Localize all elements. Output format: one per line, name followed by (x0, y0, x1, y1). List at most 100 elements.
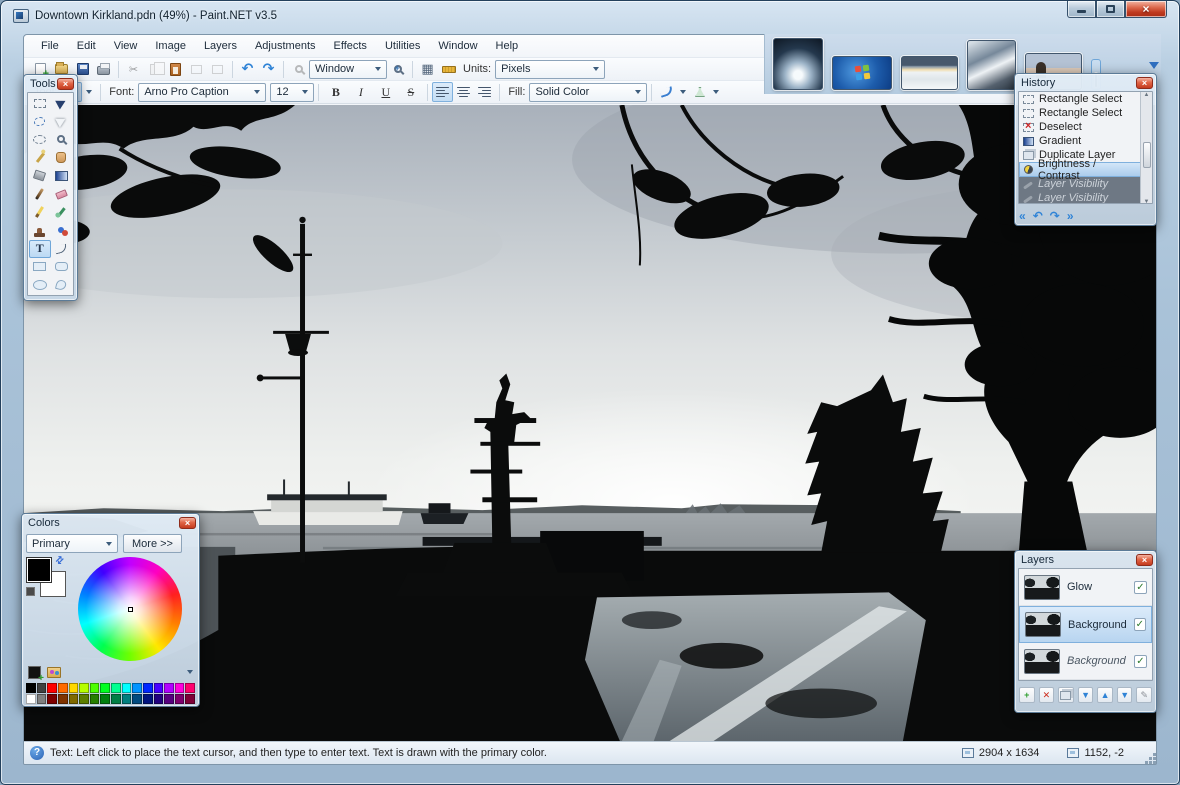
palette-swatch[interactable] (154, 683, 164, 693)
align-center-button[interactable] (453, 82, 474, 102)
tool-gradient[interactable] (51, 167, 73, 185)
tool-clone-stamp[interactable] (29, 221, 51, 239)
tool-ellipse-select[interactable] (29, 130, 51, 148)
palette-swatch[interactable] (26, 683, 36, 693)
duplicate-layer-button[interactable] (1058, 687, 1074, 703)
layers-palette-close-button[interactable]: × (1136, 554, 1153, 566)
chevron-down-icon[interactable] (713, 90, 719, 94)
scrollbar-thumb[interactable] (1143, 142, 1151, 168)
resize-grip[interactable] (1149, 757, 1152, 760)
merge-layer-down-button[interactable]: ▼ (1078, 687, 1094, 703)
palette-manager-icon[interactable] (47, 667, 61, 678)
palette-swatch[interactable] (90, 683, 100, 693)
palette-swatch[interactable] (111, 683, 121, 693)
palette-swatch[interactable] (58, 694, 68, 704)
align-right-button[interactable] (474, 82, 495, 102)
thumbnail-winter-lake-photo[interactable] (901, 56, 958, 90)
units-dropdown[interactable]: Pixels (495, 60, 605, 79)
font-size-dropdown[interactable]: 12 (270, 83, 314, 102)
palette-swatch[interactable] (122, 683, 132, 693)
palette-swatch[interactable] (175, 683, 185, 693)
titlebar[interactable]: Downtown Kirkland.pdn (49%) - Paint.NET … (1, 1, 1179, 31)
palette-swatch[interactable] (164, 694, 174, 704)
history-item[interactable]: Deselect (1019, 120, 1152, 134)
colors-palette-close-button[interactable]: × (179, 517, 196, 529)
color-wheel[interactable] (78, 557, 182, 661)
tool-rectangle[interactable] (29, 258, 51, 276)
colors-palette-titlebar[interactable]: Colors × (22, 514, 199, 530)
grid-toggle-button[interactable]: ▦ (417, 59, 438, 79)
tool-pencil[interactable] (29, 203, 51, 221)
palette-swatch[interactable] (132, 694, 142, 704)
add-color-button[interactable] (28, 666, 41, 679)
palette-swatch[interactable] (132, 683, 142, 693)
palette-swatch[interactable] (154, 694, 164, 704)
palette-swatch[interactable] (100, 694, 110, 704)
layers-palette-titlebar[interactable]: Layers × (1015, 551, 1156, 567)
layer-visible-checkbox[interactable]: ✓ (1134, 581, 1147, 594)
layer-row-background-selected[interactable]: Background ✓ (1019, 606, 1152, 643)
palette-swatch[interactable] (175, 694, 185, 704)
zoom-in-button[interactable] (387, 59, 408, 79)
chevron-down-icon[interactable] (86, 90, 92, 94)
cut-button[interactable]: ✂ (123, 59, 144, 79)
thumbnail-clouds-photo[interactable] (967, 40, 1016, 90)
palette-swatch[interactable] (47, 683, 57, 693)
menu-layers[interactable]: Layers (195, 36, 246, 56)
history-rewind-button[interactable]: « (1019, 209, 1026, 223)
crop-to-selection-button[interactable] (186, 59, 207, 79)
tool-rectangle-select[interactable] (29, 94, 51, 112)
print-button[interactable] (93, 59, 114, 79)
paste-button[interactable] (165, 59, 186, 79)
history-item[interactable]: Gradient (1019, 134, 1152, 148)
chevron-down-icon[interactable] (680, 90, 686, 94)
palette-swatch[interactable] (69, 694, 79, 704)
tool-move-selection[interactable] (51, 112, 73, 130)
redo-button[interactable]: ↷ (258, 59, 279, 79)
swap-colors-icon[interactable]: ⇄ (53, 554, 67, 568)
history-scrollbar[interactable]: ▲ ▼ (1140, 92, 1152, 204)
tool-rounded-rectangle[interactable] (51, 258, 73, 276)
tool-freeform-shape[interactable] (51, 276, 73, 294)
more-button[interactable]: More >> (123, 534, 182, 553)
tools-palette-close-button[interactable]: × (57, 78, 74, 90)
tool-line-curve[interactable] (51, 240, 73, 258)
menu-help[interactable]: Help (487, 36, 528, 56)
layer-visible-checkbox[interactable]: ✓ (1134, 655, 1147, 668)
palette-swatch[interactable] (58, 683, 68, 693)
layer-row-glow[interactable]: Glow ✓ (1019, 569, 1152, 606)
tools-palette-titlebar[interactable]: Tools × (24, 75, 77, 91)
palette-swatch[interactable] (164, 683, 174, 693)
palette-swatch[interactable] (79, 683, 89, 693)
selection-render-mode-button[interactable] (656, 82, 677, 102)
maximize-button[interactable] (1096, 1, 1125, 18)
chevron-down-icon[interactable] (187, 670, 193, 674)
palette-swatch[interactable] (37, 683, 47, 693)
minimize-button[interactable] (1067, 1, 1096, 18)
layer-visible-checkbox[interactable]: ✓ (1134, 618, 1146, 631)
undo-button[interactable]: ↶ (237, 59, 258, 79)
italic-button[interactable]: I (348, 82, 373, 102)
add-new-layer-button[interactable]: + (1019, 687, 1035, 703)
image-list-chevron-icon[interactable] (1149, 62, 1159, 69)
menu-adjustments[interactable]: Adjustments (246, 36, 325, 56)
menu-view[interactable]: View (105, 36, 147, 56)
color-mode-dropdown[interactable]: Primary (26, 534, 118, 553)
tool-text[interactable]: T (29, 240, 51, 258)
palette-swatch[interactable] (143, 683, 153, 693)
menu-edit[interactable]: Edit (68, 36, 105, 56)
tool-pan[interactable] (51, 149, 73, 167)
layer-properties-button[interactable]: ✎ (1136, 687, 1152, 703)
palette-swatch[interactable] (37, 694, 47, 704)
tool-lasso-select[interactable] (29, 112, 51, 130)
tool-move-selected-pixels[interactable] (51, 94, 73, 112)
palette-swatch[interactable] (79, 694, 89, 704)
fill-style-dropdown[interactable]: Solid Color (529, 83, 647, 102)
menu-utilities[interactable]: Utilities (376, 36, 429, 56)
underline-button[interactable]: U (373, 82, 398, 102)
palette-swatch[interactable] (90, 694, 100, 704)
tool-zoom[interactable] (51, 130, 73, 148)
zoom-mode-dropdown[interactable]: Window (309, 60, 387, 79)
history-palette-titlebar[interactable]: History × (1015, 74, 1156, 90)
close-button[interactable]: × (1125, 1, 1167, 18)
